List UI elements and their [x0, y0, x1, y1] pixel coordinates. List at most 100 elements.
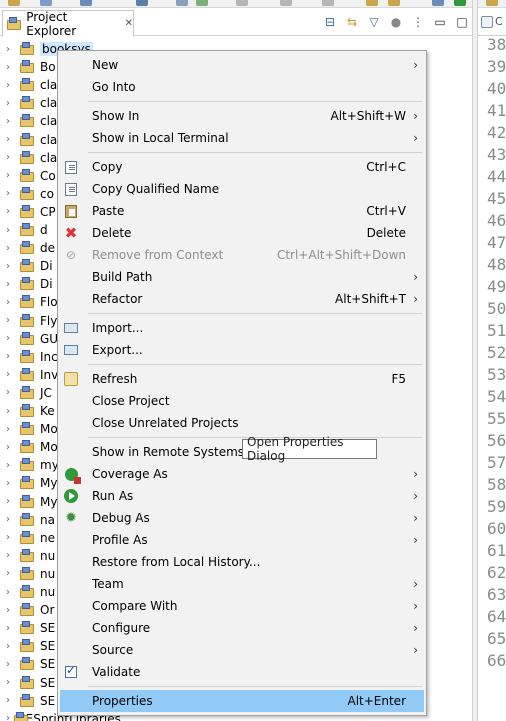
project-label: my: [40, 458, 59, 473]
run-toolbar-icon[interactable]: [454, 0, 466, 6]
expand-arrow-icon[interactable]: ›: [6, 568, 16, 579]
minimize-icon[interactable]: ▭: [432, 14, 448, 30]
java-project-icon: [20, 186, 36, 201]
expand-arrow-icon[interactable]: ›: [6, 460, 16, 471]
project-label: Mo: [40, 440, 58, 455]
menu-item-run-as[interactable]: Run As ›: [60, 485, 424, 507]
expand-arrow-icon[interactable]: ›: [6, 62, 16, 73]
collapse-all-icon[interactable]: ⊟: [322, 14, 338, 30]
expand-arrow-icon[interactable]: ›: [6, 369, 16, 380]
menu-item-refactor[interactable]: Refactor Alt+Shift+T ›: [60, 288, 424, 310]
view-menu-icon[interactable]: ⋮: [410, 14, 426, 30]
expand-arrow-icon[interactable]: ›: [6, 351, 16, 362]
toolbar-icon[interactable]: [388, 0, 400, 6]
expand-arrow-icon[interactable]: ›: [6, 550, 16, 561]
menu-item-show-in-local-terminal[interactable]: Show in Local Terminal ›: [60, 127, 424, 149]
expand-arrow-icon[interactable]: ›: [6, 532, 16, 543]
menu-separator: [88, 686, 422, 687]
toolbar-icon[interactable]: [280, 0, 292, 6]
toolbar-icon[interactable]: [8, 0, 20, 6]
menu-item-go-into[interactable]: Go Into: [60, 76, 424, 98]
maximize-icon[interactable]: □: [454, 14, 470, 30]
line-number: 41: [487, 101, 506, 120]
menu-item-close-project[interactable]: Close Project: [60, 390, 424, 412]
expand-arrow-icon[interactable]: ›: [6, 170, 16, 181]
toolbar-icon[interactable]: [486, 0, 498, 6]
menu-item-import[interactable]: Import...: [60, 317, 424, 339]
menu-item-restore-from-local-history[interactable]: Restore from Local History...: [60, 551, 424, 573]
expand-arrow-icon[interactable]: ›: [6, 496, 16, 507]
expand-arrow-icon[interactable]: ›: [6, 243, 16, 254]
link-with-editor-icon[interactable]: ⇆: [344, 14, 360, 30]
menu-item-copy-qualified-name[interactable]: Copy Qualified Name: [60, 178, 424, 200]
menu-item-label: Properties: [92, 694, 153, 708]
expand-arrow-icon[interactable]: ›: [6, 478, 16, 489]
expand-arrow-icon[interactable]: ›: [6, 297, 16, 308]
menu-item-source[interactable]: Source ›: [60, 639, 424, 661]
expand-arrow-icon[interactable]: ›: [6, 695, 16, 706]
toolbar-icon[interactable]: [40, 0, 52, 6]
toolbar-icon[interactable]: [366, 0, 378, 6]
expand-arrow-icon[interactable]: ›: [6, 387, 16, 398]
editor-tab[interactable]: C: [478, 8, 506, 36]
editor-tab-label: C: [495, 15, 503, 28]
menu-item-export[interactable]: Export...: [60, 339, 424, 361]
tab-project-explorer[interactable]: Project Explorer ✕: [2, 10, 134, 38]
expand-arrow-icon[interactable]: ›: [6, 152, 16, 163]
expand-arrow-icon[interactable]: ›: [6, 315, 16, 326]
menu-item-delete[interactable]: ✖ Delete Delete: [60, 222, 424, 244]
menu-item-copy[interactable]: Copy Ctrl+C: [60, 156, 424, 178]
focus-icon[interactable]: ●: [388, 14, 404, 30]
menu-item-validate[interactable]: Validate: [60, 661, 424, 683]
expand-arrow-icon[interactable]: ›: [6, 442, 16, 453]
expand-arrow-icon[interactable]: ›: [6, 188, 16, 199]
expand-arrow-icon[interactable]: ›: [6, 641, 16, 652]
menu-item-show-in[interactable]: Show In Alt+Shift+W ›: [60, 105, 424, 127]
menu-item-properties[interactable]: Properties Alt+Enter: [60, 690, 424, 712]
menu-item-label: Refactor: [92, 292, 143, 306]
close-icon[interactable]: ✕: [125, 18, 133, 29]
expand-arrow-icon[interactable]: ›: [6, 677, 16, 688]
menu-item-compare-with[interactable]: Compare With ›: [60, 595, 424, 617]
toolbar-icon[interactable]: [196, 0, 208, 6]
submenu-arrow-icon: ›: [413, 292, 418, 306]
expand-arrow-icon[interactable]: ›: [6, 98, 16, 109]
expand-arrow-icon[interactable]: ›: [6, 225, 16, 236]
menu-item-build-path[interactable]: Build Path ›: [60, 266, 424, 288]
menu-item-debug-as[interactable]: ✹ Debug As ›: [60, 507, 424, 529]
toolbar-icon[interactable]: [236, 0, 248, 6]
toolbar-icon[interactable]: [136, 0, 148, 6]
expand-arrow-icon[interactable]: ›: [6, 116, 16, 127]
toolbar-icon[interactable]: [322, 0, 334, 6]
expand-arrow-icon[interactable]: ›: [6, 279, 16, 290]
menu-item-configure[interactable]: Configure ›: [60, 617, 424, 639]
expand-arrow-icon[interactable]: ›: [6, 44, 16, 55]
expand-arrow-icon[interactable]: ›: [6, 587, 16, 598]
expand-arrow-icon[interactable]: ›: [6, 333, 16, 344]
menu-item-refresh[interactable]: Refresh F5: [60, 368, 424, 390]
expand-arrow-icon[interactable]: ›: [6, 80, 16, 91]
expand-arrow-icon[interactable]: ›: [6, 406, 16, 417]
expand-arrow-icon[interactable]: ›: [6, 623, 16, 634]
menu-item-label: Validate: [92, 665, 141, 679]
expand-arrow-icon[interactable]: ›: [6, 659, 16, 670]
expand-arrow-icon[interactable]: ›: [6, 605, 16, 616]
expand-arrow-icon[interactable]: ›: [6, 424, 16, 435]
menu-item-paste[interactable]: Paste Ctrl+V: [60, 200, 424, 222]
toolbar-icon[interactable]: [176, 0, 188, 6]
toolbar-icon[interactable]: [80, 0, 92, 6]
expand-arrow-icon[interactable]: ›: [6, 206, 16, 217]
expand-arrow-icon[interactable]: ›: [6, 134, 16, 145]
menu-item-close-unrelated-projects[interactable]: Close Unrelated Projects: [60, 412, 424, 434]
toolbar-icon[interactable]: [432, 0, 444, 6]
menu-item-new[interactable]: New ›: [60, 54, 424, 76]
menu-item-profile-as[interactable]: Profile As ›: [60, 529, 424, 551]
menu-item-shortcut: Ctrl+C: [366, 160, 406, 174]
expand-arrow-icon[interactable]: ›: [6, 514, 16, 525]
menu-item-team[interactable]: Team ›: [60, 573, 424, 595]
menu-item-coverage-as[interactable]: Coverage As ›: [60, 463, 424, 485]
expand-arrow-icon[interactable]: ›: [6, 261, 16, 272]
expand-arrow-icon[interactable]: ›: [6, 713, 10, 721]
filter-icon[interactable]: ▽: [366, 14, 382, 30]
context-menu: New › Go Into Show In Alt+Shift+W › Show in Lo…: [57, 50, 427, 716]
